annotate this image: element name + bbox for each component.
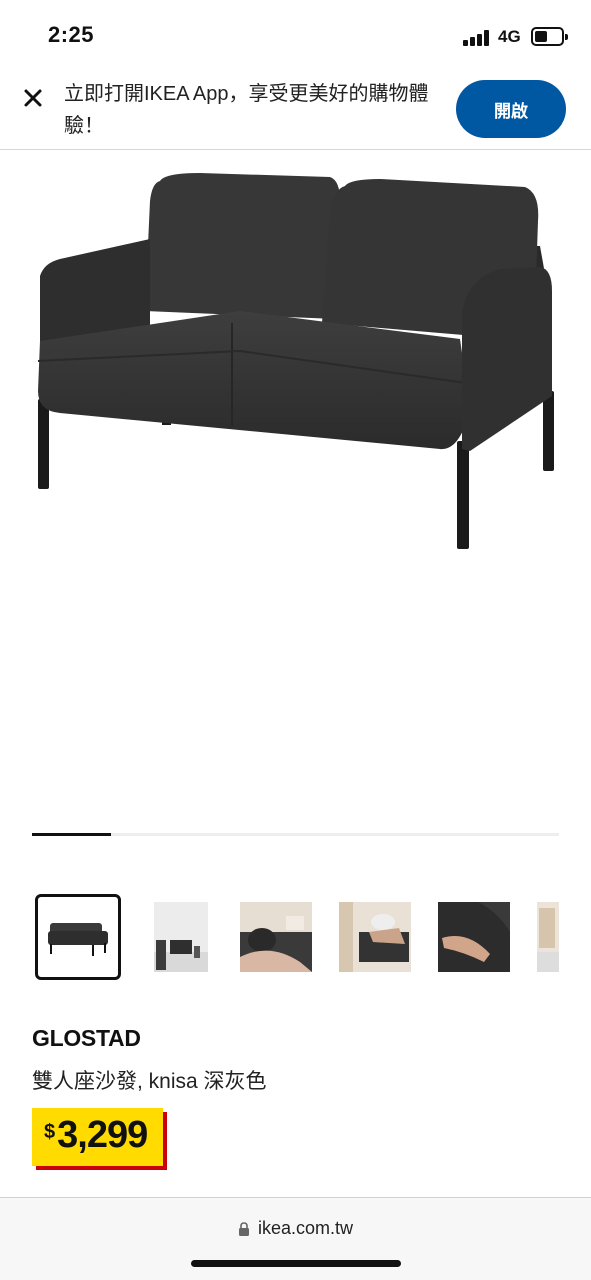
cellular-signal-icon [463,30,491,46]
price-currency: $ [44,1121,56,1143]
person-sitting-thumbnail-image [339,902,411,972]
product-main-image[interactable] [0,151,591,791]
price-tag: $ 3,299 [32,1108,164,1166]
open-app-button[interactable]: 開啟 [456,80,566,138]
close-icon [24,89,42,107]
person-thumbnail-image [240,902,312,972]
carousel-progress-track [32,833,559,836]
app-install-banner: 立即打開IKEA App，享受更美好的購物體驗！ 開啟 [0,70,591,150]
product-name[interactable]: GLOSTAD [32,1025,141,1052]
home-indicator[interactable] [191,1260,401,1267]
banner-message: 立即打開IKEA App，享受更美好的購物體驗！ [64,83,429,137]
product-description: 雙人座沙發, knisa 深灰色 [32,1070,267,1093]
thumbnail-sofa-front[interactable] [35,894,121,980]
room-thumbnail-image [154,902,208,972]
status-time: 2:25 [48,22,95,47]
browser-url-bar[interactable]: ikea.com.tw [0,1197,591,1280]
sofa-thumbnail-image [48,923,108,956]
thumbnail-hand-on-fabric[interactable] [431,894,517,980]
thumbnail-strip [0,894,591,984]
room-detail-thumbnail-image [537,902,559,972]
thumbnail-room-detail[interactable] [528,894,568,980]
close-banner-button[interactable] [18,83,48,113]
lock-icon [238,1221,249,1236]
fabric-thumbnail-image [438,902,510,972]
battery-icon [531,27,568,46]
thumbnail-person-on-cushion[interactable] [233,894,319,980]
price-value: 3,299 [57,1114,148,1156]
url-text: ikea.com.tw [257,1218,354,1238]
network-type: 4G [498,27,521,46]
thumbnail-person-sitting[interactable] [332,894,418,980]
carousel-progress-bar [32,833,112,836]
status-bar: 2:25 4G [0,0,591,70]
thumbnail-sofa-in-room[interactable] [138,894,224,980]
sofa-illustration [37,173,554,549]
